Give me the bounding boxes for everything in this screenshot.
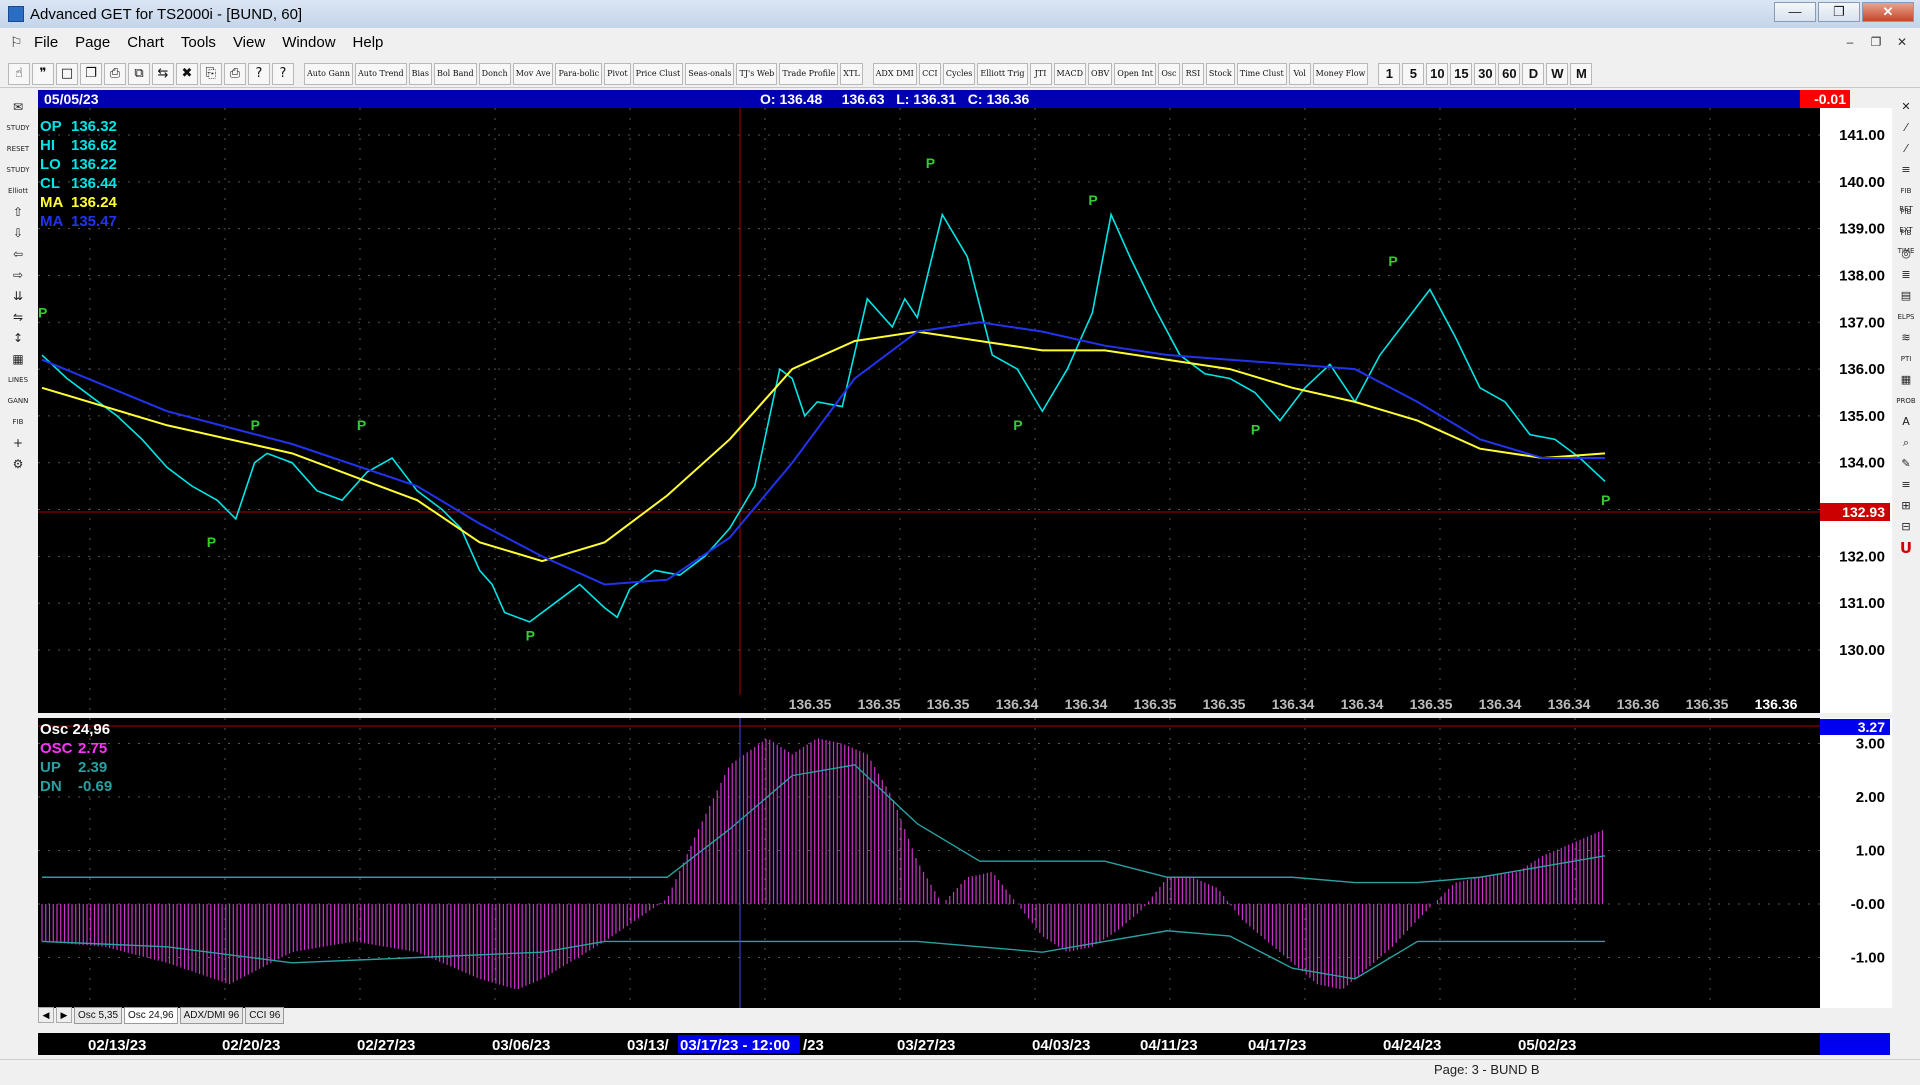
x-cursor-label: 03/17/23 - 12:00 — [680, 1037, 790, 1054]
tab-osc-5-35[interactable]: Osc 5,35 — [74, 1006, 123, 1024]
readout-value: 135.47 — [71, 213, 117, 230]
readout-value: 136.62 — [71, 137, 117, 154]
x-axis-label: 02/27/23 — [357, 1037, 415, 1054]
osc-readout-label: DN — [40, 778, 62, 795]
x-axis-label: 04/11/23 — [1140, 1037, 1198, 1054]
status-page: Page: 3 - BUND B — [1434, 1062, 1540, 1077]
pivot-marker: P — [526, 628, 535, 644]
bottom-value: 136.35 — [1134, 696, 1177, 712]
price-tick-label: 132.00 — [1839, 548, 1885, 565]
osc-readout-label: UP — [40, 759, 61, 776]
chart-canvas[interactable]: 05/05/23 O: 136.48 136.63 L: 136.31 C: 1… — [0, 0, 1920, 1080]
readout-value: 136.22 — [71, 156, 117, 173]
bottom-value: 136.35 — [927, 696, 970, 712]
pivot-marker: P — [38, 305, 47, 321]
readout-label: MA — [40, 194, 63, 211]
bottom-value: 136.34 — [1065, 696, 1108, 712]
bottom-value: 136.34 — [1341, 696, 1384, 712]
osc-tick-label: 1.00 — [1856, 843, 1885, 860]
x-axis-label: 03/13/ — [627, 1037, 670, 1054]
pivot-marker: P — [251, 417, 260, 433]
price-tick-label: 136.00 — [1839, 361, 1885, 378]
price-tick-label: 138.00 — [1839, 267, 1885, 284]
bottom-value-row: 136.35 136.35 136.35 136.34 136.34 136.35 136.… — [789, 696, 1798, 712]
readout-value: 136.44 — [71, 175, 118, 192]
tab-adx-dmi-96[interactable]: ADX/DMI 96 — [179, 1006, 244, 1024]
price-tick-label: 137.00 — [1839, 314, 1885, 331]
price-change: -0.01 — [1814, 91, 1846, 107]
price-tick-label: 141.00 — [1839, 127, 1885, 144]
tab-prev-button[interactable]: ◀ — [38, 1007, 54, 1023]
readout-value: 136.24 — [71, 194, 118, 211]
osc-tick-label: 2.00 — [1856, 789, 1885, 806]
readout-value: 136.32 — [71, 118, 117, 135]
bottom-value: 136.35 — [858, 696, 901, 712]
status-bar: Page: 3 - BUND B — [0, 1059, 1920, 1080]
price-tick-label: 134.00 — [1839, 455, 1885, 472]
readout-label: MA — [40, 213, 63, 230]
price-tick-label: 135.00 — [1839, 408, 1885, 425]
x-axis-label: 04/03/23 — [1032, 1037, 1090, 1054]
readout-label: OP — [40, 118, 62, 135]
pivot-marker: P — [926, 155, 935, 171]
x-axis-label: 04/17/23 — [1248, 1037, 1306, 1054]
price-panel-bg — [38, 90, 1850, 713]
pivot-marker: P — [1251, 422, 1260, 438]
indicator-tabs: ◀ ▶ Osc 5,35 Osc 24,96 ADX/DMI 96 CCI 96 — [38, 1006, 285, 1024]
readout-label: LO — [40, 156, 61, 173]
price-tick-label: 130.00 — [1839, 642, 1885, 659]
x-axis-label: 05/02/23 — [1518, 1037, 1576, 1054]
tab-cci-96[interactable]: CCI 96 — [245, 1006, 285, 1024]
bottom-value: 136.34 — [1548, 696, 1591, 712]
osc-readout-value: -0.69 — [78, 778, 112, 795]
x-axis-label: 02/13/23 — [88, 1037, 146, 1054]
chart-area: 05/05/23 O: 136.48 136.63 L: 136.31 C: 1… — [0, 0, 1920, 1080]
price-tick-label: 139.00 — [1839, 221, 1885, 238]
price-ohlc: O: 136.48 136.63 L: 136.31 C: 136.36 — [760, 91, 1029, 107]
x-axis-label: 03/27/23 — [897, 1037, 955, 1054]
bottom-value: 136.34 — [1479, 696, 1522, 712]
tab-osc-24-96[interactable]: Osc 24,96 — [124, 1006, 178, 1024]
x-cursor-suffix: /23 — [803, 1037, 824, 1054]
bottom-value: 136.35 — [789, 696, 832, 712]
pivot-marker: P — [1088, 192, 1097, 208]
pivot-marker: P — [1601, 492, 1610, 508]
bottom-value: 136.34 — [1272, 696, 1315, 712]
bottom-value: 136.35 — [1410, 696, 1453, 712]
osc-tick-label: -1.00 — [1851, 950, 1885, 967]
bottom-value: 136.36 — [1617, 696, 1660, 712]
osc-panel-bg — [38, 718, 1850, 1008]
osc-readout-label: OSC — [40, 740, 73, 757]
osc-title: Osc 24,96 — [40, 721, 110, 738]
pivot-marker: P — [357, 417, 366, 433]
tab-next-button[interactable]: ▶ — [56, 1007, 72, 1023]
bottom-value: 136.34 — [996, 696, 1039, 712]
price-tick-label: 131.00 — [1839, 595, 1885, 612]
price-date: 05/05/23 — [44, 91, 99, 107]
pivot-marker: P — [1388, 253, 1397, 269]
pivot-marker: P — [207, 534, 216, 550]
x-axis-label: 03/06/23 — [492, 1037, 550, 1054]
readout-label: HI — [40, 137, 55, 154]
osc-tick-label: 3.00 — [1856, 736, 1885, 753]
bottom-value: 136.35 — [1686, 696, 1729, 712]
pivot-marker: P — [1013, 417, 1022, 433]
x-axis-label: 02/20/23 — [222, 1037, 280, 1054]
osc-marker-label: 3.27 — [1858, 719, 1885, 735]
price-marker-label: 132.93 — [1842, 504, 1885, 520]
price-tick-label: 140.00 — [1839, 174, 1885, 191]
bottom-value: 136.36 — [1755, 696, 1798, 712]
bottom-value: 136.35 — [1203, 696, 1246, 712]
x-axis-corner — [1820, 1033, 1890, 1055]
osc-readout-value: 2.75 — [78, 740, 107, 757]
x-axis-label: 04/24/23 — [1383, 1037, 1441, 1054]
osc-readout-value: 2.39 — [78, 759, 107, 776]
readout-label: CL — [40, 175, 60, 192]
osc-tick-label: -0.00 — [1851, 896, 1885, 913]
